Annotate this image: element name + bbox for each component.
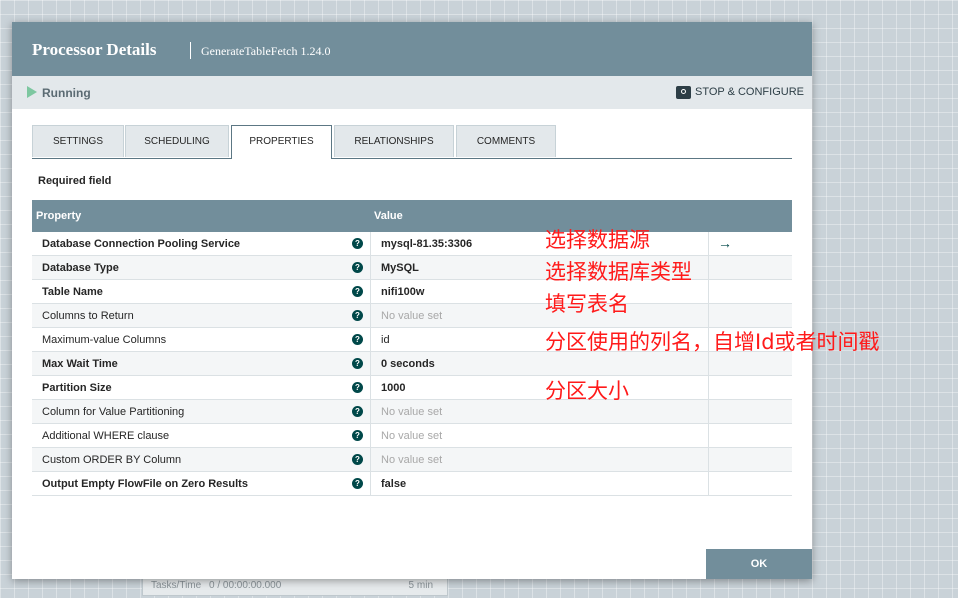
- stop-configure-button[interactable]: STOP & CONFIGURE: [675, 84, 804, 100]
- tab-relationships[interactable]: RELATIONSHIPS: [334, 125, 454, 157]
- column-divider: [370, 472, 371, 496]
- annotation-partition-size: 分区大小: [545, 379, 629, 403]
- property-value[interactable]: No value set: [381, 430, 442, 442]
- help-icon[interactable]: ?: [352, 454, 363, 465]
- property-name: Column for Value Partitioning: [42, 406, 185, 418]
- tab-comments[interactable]: COMMENTS: [456, 125, 556, 157]
- help-icon[interactable]: ?: [352, 382, 363, 393]
- ok-button[interactable]: OK: [706, 549, 812, 579]
- tab-scheduling[interactable]: SCHEDULING: [125, 125, 229, 157]
- table-row[interactable]: Partition Size? 1000: [32, 376, 792, 400]
- tasks-time-window: 5 min: [408, 580, 433, 591]
- column-divider: [370, 304, 371, 328]
- table-row[interactable]: Output Empty FlowFile on Zero Results? fa…: [32, 472, 792, 496]
- help-icon[interactable]: ?: [352, 310, 363, 321]
- table-row[interactable]: Database Connection Pooling Service? mysq…: [32, 232, 792, 256]
- property-value[interactable]: 1000: [381, 382, 405, 394]
- annotation-datasource: 选择数据源: [545, 228, 650, 252]
- column-divider: [708, 256, 709, 280]
- property-name: Columns to Return: [42, 310, 134, 322]
- dialog-subtitle: GenerateTableFetch 1.24.0: [201, 44, 331, 58]
- tasks-time-label: Tasks/Time: [151, 580, 202, 591]
- column-divider: [708, 376, 709, 400]
- tab-properties[interactable]: PROPERTIES: [231, 125, 332, 159]
- property-name: Database Type: [42, 262, 119, 274]
- column-divider: [370, 232, 371, 256]
- table-header: Property Value: [32, 200, 792, 232]
- title-separator: [190, 42, 191, 59]
- column-divider: [370, 256, 371, 280]
- table-row[interactable]: Columns to Return? No value set: [32, 304, 792, 328]
- annotation-partition-column: 分区使用的列名，自增Id或者时间戳: [545, 330, 880, 354]
- property-value[interactable]: nifi100w: [381, 286, 424, 298]
- help-icon[interactable]: ?: [352, 358, 363, 369]
- column-divider: [370, 400, 371, 424]
- property-value[interactable]: mysql-81.35:3306: [381, 238, 472, 250]
- column-divider: [370, 448, 371, 472]
- property-name: Database Connection Pooling Service: [42, 238, 241, 250]
- property-name: Custom ORDER BY Column: [42, 454, 182, 466]
- property-name: Max Wait Time: [42, 358, 118, 370]
- property-name: Additional WHERE clause: [42, 430, 170, 442]
- play-icon: [27, 86, 37, 98]
- property-value[interactable]: No value set: [381, 454, 442, 466]
- table-row[interactable]: Additional WHERE clause? No value set: [32, 424, 792, 448]
- tasks-time-value: 0 / 00:00:00.000: [209, 580, 282, 591]
- goto-arrow-icon[interactable]: →: [718, 235, 732, 251]
- column-divider: [708, 400, 709, 424]
- property-name: Table Name: [42, 286, 103, 298]
- processor-details-dialog: Processor Details GenerateTableFetch 1.2…: [12, 22, 812, 579]
- help-icon[interactable]: ?: [352, 286, 363, 297]
- property-name: Maximum-value Columns: [42, 334, 167, 346]
- table-row[interactable]: Column for Value Partitioning? No value s…: [32, 400, 792, 424]
- help-icon[interactable]: ?: [352, 262, 363, 273]
- tab-bar: SETTINGS SCHEDULING PROPERTIES RELATIONS…: [32, 125, 792, 159]
- column-divider: [708, 448, 709, 472]
- column-divider: [370, 424, 371, 448]
- property-value[interactable]: false: [381, 478, 406, 490]
- required-field-note: Required field: [38, 175, 112, 187]
- tab-settings[interactable]: SETTINGS: [32, 125, 124, 157]
- help-icon[interactable]: ?: [352, 334, 363, 345]
- property-value[interactable]: 0 seconds: [381, 358, 435, 370]
- property-value[interactable]: id: [381, 334, 390, 346]
- table-row[interactable]: Custom ORDER BY Column? No value set: [32, 448, 792, 472]
- column-divider: [370, 376, 371, 400]
- help-icon[interactable]: ?: [352, 430, 363, 441]
- column-divider: [708, 304, 709, 328]
- property-value[interactable]: No value set: [381, 406, 442, 418]
- property-name: Partition Size: [42, 382, 112, 394]
- help-icon[interactable]: ?: [352, 406, 363, 417]
- value-column-header: Value: [374, 210, 403, 222]
- status-bar: Running STOP & CONFIGURE: [12, 76, 812, 109]
- column-divider: [370, 328, 371, 352]
- property-value[interactable]: MySQL: [381, 262, 419, 274]
- column-divider: [708, 424, 709, 448]
- column-divider: [370, 280, 371, 304]
- help-icon[interactable]: ?: [352, 478, 363, 489]
- annotation-database-type: 选择数据库类型: [545, 260, 692, 284]
- property-column-header: Property: [36, 210, 82, 222]
- dialog-header: Processor Details GenerateTableFetch 1.2…: [12, 22, 812, 76]
- help-icon[interactable]: ?: [352, 238, 363, 249]
- dialog-title: Processor Details: [32, 40, 157, 59]
- stop-configure-label: STOP & CONFIGURE: [694, 86, 804, 98]
- gear-icon: [675, 85, 691, 99]
- column-divider: [370, 352, 371, 376]
- property-name: Output Empty FlowFile on Zero Results: [42, 478, 248, 490]
- column-divider: [708, 472, 709, 496]
- run-status-label: Running: [42, 86, 91, 100]
- annotation-table-name: 填写表名: [545, 292, 629, 316]
- property-value[interactable]: No value set: [381, 310, 442, 322]
- column-divider: [708, 280, 709, 304]
- column-divider: [708, 232, 709, 256]
